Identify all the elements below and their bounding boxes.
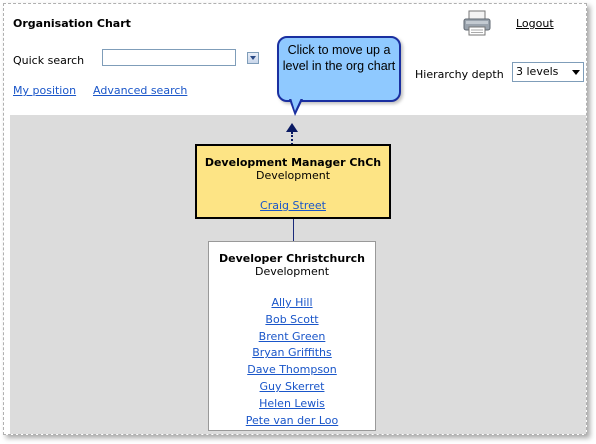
person-link[interactable]: Ally Hill bbox=[209, 295, 375, 312]
help-callout-text: Click to move up a level in the org char… bbox=[282, 43, 396, 73]
person-link[interactable]: Craig Street bbox=[197, 198, 389, 215]
hierarchy-depth-label: Hierarchy depth bbox=[415, 68, 504, 81]
help-callout: Click to move up a level in the org char… bbox=[277, 36, 401, 102]
hierarchy-depth-select[interactable]: 3 levels bbox=[512, 62, 584, 82]
person-link[interactable]: Pete van der Loo bbox=[209, 413, 375, 430]
org-chart-window: Organisation Chart Logout Quick search M… bbox=[3, 3, 587, 435]
manager-node[interactable]: Development Manager ChCh Development Cra… bbox=[195, 144, 391, 219]
hierarchy-depth-value: 3 levels bbox=[516, 65, 559, 78]
chevron-down-icon bbox=[572, 70, 580, 75]
my-position-link[interactable]: My position bbox=[13, 84, 76, 97]
person-link[interactable]: Helen Lewis bbox=[209, 396, 375, 413]
quick-search-dropdown-button[interactable] bbox=[247, 52, 259, 64]
person-link[interactable]: Brent Green bbox=[209, 329, 375, 346]
person-link[interactable]: Bob Scott bbox=[209, 312, 375, 329]
logout-link[interactable]: Logout bbox=[516, 17, 554, 30]
node-connector-line bbox=[293, 219, 294, 241]
printer-icon[interactable] bbox=[462, 10, 492, 36]
manager-position-title: Development Manager ChCh bbox=[204, 156, 382, 169]
report-position-title: Developer Christchurch bbox=[218, 252, 365, 265]
manager-department: Development bbox=[255, 169, 331, 182]
move-up-arrow-icon[interactable] bbox=[286, 123, 298, 132]
report-node[interactable]: Developer Christchurch Development Ally … bbox=[208, 241, 376, 431]
callout-pointer-fill bbox=[291, 98, 301, 111]
person-link[interactable]: Guy Skerret bbox=[209, 379, 375, 396]
person-link[interactable]: Bryan Griffiths bbox=[209, 345, 375, 362]
page-title: Organisation Chart bbox=[13, 17, 131, 30]
report-department: Development bbox=[254, 265, 330, 278]
quick-search-input[interactable] bbox=[102, 49, 236, 66]
advanced-search-link[interactable]: Advanced search bbox=[93, 84, 187, 97]
quick-search-label: Quick search bbox=[13, 54, 85, 67]
person-link[interactable]: Dave Thompson bbox=[209, 362, 375, 379]
